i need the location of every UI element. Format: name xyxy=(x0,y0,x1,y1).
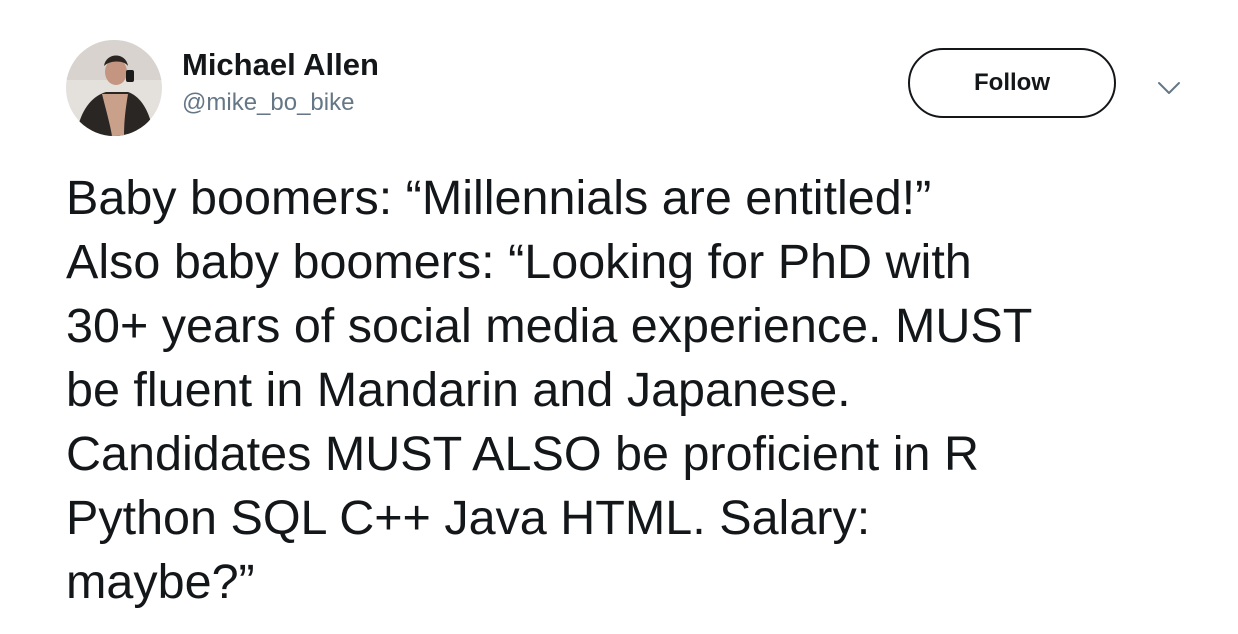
chevron-down-icon[interactable] xyxy=(1152,76,1186,100)
author-name: Michael Allen xyxy=(182,47,379,82)
tweet-text: Baby boomers: “Millennials are entitled!… xyxy=(66,171,1033,609)
author-info[interactable]: Michael Allen @mike_bo_bike xyxy=(182,46,379,118)
follow-button[interactable]: Follow xyxy=(908,48,1116,118)
author-handle: @mike_bo_bike xyxy=(182,89,355,116)
avatar-photo xyxy=(66,40,162,136)
avatar[interactable] xyxy=(66,40,162,136)
